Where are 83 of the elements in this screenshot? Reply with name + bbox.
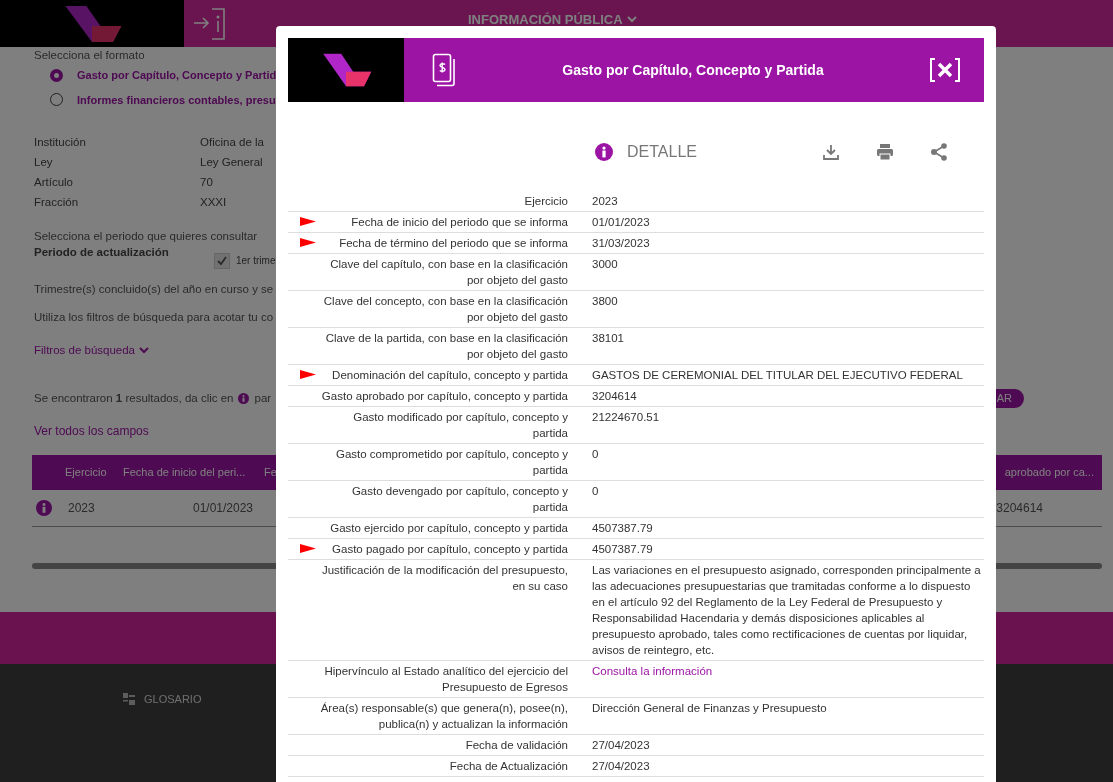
field-value: 4507387.79 <box>592 522 653 534</box>
download-icon <box>822 143 840 161</box>
field-label: Denominación del capítulo, concepto y partida <box>332 368 568 383</box>
table-cell-text: 01/01/2023 <box>191 499 255 517</box>
field-value: 0 <box>592 485 599 497</box>
field-label: Institución <box>34 135 87 150</box>
money-document-icon <box>432 53 456 87</box>
field-label: Hipervínculo al Estado analítico del ejercicio del Presupuesto de Egresos <box>323 664 568 695</box>
download-button[interactable] <box>822 143 840 161</box>
table-cell-text: 2023 <box>68 499 96 517</box>
section-heading: Selecciona el formato <box>34 48 145 62</box>
check-icon <box>217 256 227 267</box>
field-value: 31/03/2023 <box>592 237 650 249</box>
field-label: Área(s) responsable(s) que genera(n), posee(n), publica(n) y actualizan la información <box>319 701 568 732</box>
field-value: XXXI <box>200 195 227 210</box>
field-label: Ejercicio <box>524 194 568 209</box>
field-label: Fecha de término del periodo que se informa <box>339 236 568 251</box>
field-label: Gasto ejercido por capítulo, concepto y partida <box>330 521 568 536</box>
field-value: GASTOS DE CEREMONIAL DEL TITULAR DEL EJECUTIVO FEDERAL <box>592 369 963 381</box>
field-label: Fecha de inicio del periodo que se informa <box>351 215 568 230</box>
prompt-text: Selecciona el periodo que quieres consultar <box>34 229 258 244</box>
info-icon <box>238 392 250 404</box>
all-fields-link[interactable]: Ver todos los campos <box>34 421 149 440</box>
field-value: 21224670.51 <box>592 411 660 423</box>
results-text: Se encontraron 1 resultados, da clic en <box>34 390 234 406</box>
field-label: Artículo <box>34 175 74 190</box>
info-link[interactable]: Consulta la información <box>592 665 713 677</box>
field-label: Ley <box>34 155 54 170</box>
section-title: DETALLE <box>627 142 697 162</box>
field-value: Dirección General de Finanzas y Presupuesto <box>592 702 827 714</box>
format-option[interactable]: Informes financieros contables, presu <box>50 91 276 108</box>
print-icon <box>876 143 894 161</box>
chevron-down-icon <box>626 16 637 24</box>
field-value: 4507387.79 <box>592 543 653 555</box>
column-header: Ejercicio <box>65 464 108 480</box>
field-label: Clave de la partida, con base en la clasificación por objeto del gasto <box>324 331 568 362</box>
field-label: Clave del capítulo, con base en la clasificación por objeto del gasto <box>329 257 568 288</box>
chevron-down-icon <box>139 346 149 354</box>
radio-button[interactable] <box>50 68 63 82</box>
field-value: 70 <box>200 175 213 190</box>
column-header: aprobado por ca... <box>1004 464 1095 480</box>
glossary-icon <box>122 691 136 706</box>
field-value: 3800 <box>592 295 618 307</box>
close-icon <box>930 58 960 82</box>
field-label: Gasto aprobado por capítulo, concepto y partida <box>321 389 568 404</box>
field-label: Gasto modificado por capítulo, concepto y partida <box>352 410 568 441</box>
print-button[interactable] <box>876 143 894 161</box>
field-value: 38101 <box>592 332 624 344</box>
field-label: Fracción <box>34 195 80 210</box>
share-button[interactable] <box>930 143 948 161</box>
filters-toggle[interactable]: Filtros de búsqueda <box>34 341 149 359</box>
field-value: 27/04/2023 <box>592 739 650 751</box>
close-button[interactable] <box>930 58 960 82</box>
field-value: 27/04/2023 <box>592 760 650 772</box>
glossary-link[interactable]: GLOSARIO <box>144 690 202 707</box>
info-icon[interactable] <box>36 499 52 516</box>
field-value: Ley General <box>200 155 263 170</box>
field-value: 3000 <box>592 258 618 270</box>
field-label: Gasto comprometido por capítulo, concepto y partida <box>334 447 568 478</box>
share-icon <box>930 143 948 161</box>
field-label: Periodo de actualización <box>34 245 170 261</box>
info-icon <box>595 143 613 161</box>
note-text: Utiliza los filtros de búsqueda para acotar tu co <box>34 309 274 325</box>
field-value: 0 <box>592 448 599 460</box>
field-label: Clave del concepto, con base en la clasificación por objeto del gasto <box>322 294 568 325</box>
note-text: Trimestre(s) concluido(s) del año en curso y se <box>34 282 274 298</box>
field-value: Oficina de la <box>200 135 264 150</box>
table-cell-text: 3204614 <box>996 499 1043 517</box>
field-value: 3204614 <box>592 390 637 402</box>
modal-title: Gasto por Capítulo, Concepto y Partida <box>561 60 825 80</box>
nav-menu[interactable]: INFORMACIÓN PÚBLICA <box>468 10 637 30</box>
field-value: 2023 <box>592 195 618 207</box>
column-header: Fe <box>264 464 278 480</box>
column-header: Fecha de inicio del peri... <box>123 464 247 480</box>
field-label: Justificación de la modificación del presupuesto, en su caso <box>320 563 568 594</box>
field-label: Gasto pagado por capítulo, concepto y partida <box>332 542 568 557</box>
field-value: Las variaciones en el presupuesto asignado, corresponden principalmente a las adecuaciones presupuestarias que tramitadas conforme a lo dispuesto en el artículo 92 del Reglamento de la Ley Federal de Presupuesto y Responsabilidad Hacendaria y demás disposiciones aplicables al presupuesto aprobado, tales como rectificaciones de cuentas por liquidar, avisos de reintegro, etc. <box>592 564 981 656</box>
field-label: Fecha de validación <box>465 738 568 753</box>
field-value: 01/01/2023 <box>592 216 650 228</box>
field-label: Gasto devengado por capítulo, concepto y partida <box>350 484 568 515</box>
field-label: Fecha de Actualización <box>449 759 568 774</box>
format-option[interactable]: Gasto por Capítulo, Concepto y Partid <box>50 67 277 84</box>
results-text: par <box>254 390 272 406</box>
